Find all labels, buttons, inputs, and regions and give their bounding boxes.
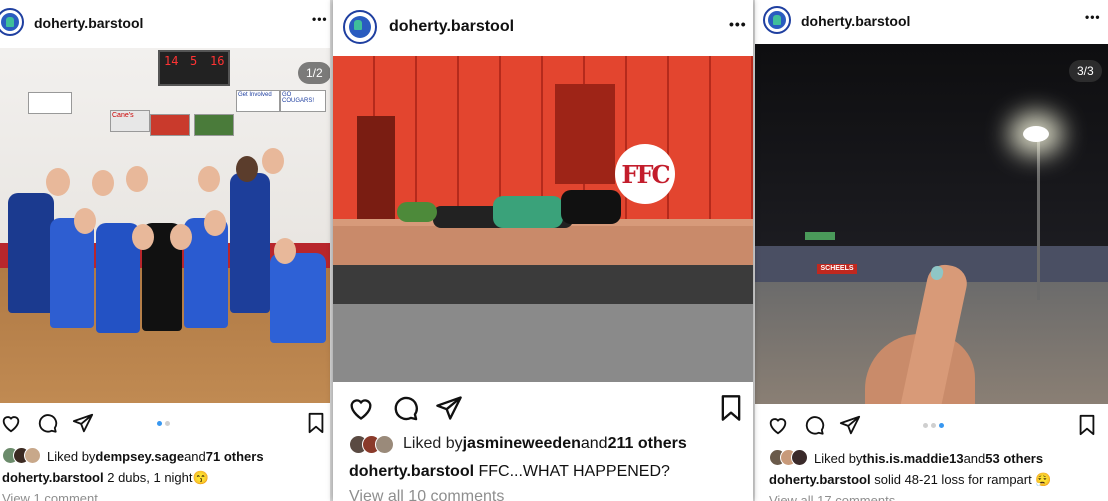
likes-prefix: Liked by bbox=[47, 448, 96, 464]
carousel-dots bbox=[923, 423, 944, 428]
likes-and: and bbox=[184, 448, 206, 464]
carousel-dot bbox=[157, 421, 162, 426]
view-comments-link[interactable]: View all 10 comments bbox=[349, 488, 504, 501]
profile-avatar[interactable] bbox=[343, 10, 377, 44]
carousel-dot bbox=[931, 423, 936, 428]
liker-avatars bbox=[2, 447, 41, 465]
comment-icon[interactable] bbox=[803, 414, 825, 436]
liker-username[interactable]: this.is.maddie13 bbox=[862, 451, 963, 466]
sign-get-involved: Get Involved bbox=[236, 90, 280, 112]
bookmark-icon[interactable] bbox=[1077, 414, 1097, 436]
ffc-logo: FFC bbox=[615, 144, 675, 204]
more-options-icon[interactable]: ••• bbox=[1085, 10, 1101, 24]
likes-others[interactable]: 211 others bbox=[608, 435, 687, 453]
more-options-icon[interactable]: ••• bbox=[729, 16, 747, 32]
caption-username[interactable]: doherty.barstool bbox=[769, 472, 871, 487]
likes-prefix: Liked by bbox=[814, 450, 863, 466]
carousel-dot bbox=[165, 421, 170, 426]
share-icon[interactable] bbox=[839, 414, 861, 436]
post-photo[interactable]: FFC bbox=[333, 56, 753, 382]
caption-text: solid 48-21 loss for rampart 😮‍💨 bbox=[870, 472, 1052, 487]
post-3: doherty.barstool ••• SCHEELS 3/3 Liked b… bbox=[755, 0, 1108, 501]
post-header: doherty.barstool ••• bbox=[333, 0, 753, 56]
post-caption: doherty.barstool solid 48-21 loss for ra… bbox=[769, 472, 1052, 488]
liker-avatars bbox=[769, 449, 808, 467]
caption-text: 2 dubs, 1 night😙 bbox=[103, 470, 209, 485]
likes-prefix: Liked by bbox=[403, 435, 463, 452]
post-header: doherty.barstool ••• bbox=[0, 0, 330, 48]
post-caption: doherty.barstool 2 dubs, 1 night😙 bbox=[2, 470, 209, 486]
caption-text: FFC...WHAT HAPPENED? bbox=[474, 463, 670, 480]
heart-icon[interactable] bbox=[767, 414, 789, 436]
bookmark-icon[interactable] bbox=[719, 394, 743, 422]
more-options-icon[interactable]: ••• bbox=[312, 12, 328, 26]
carousel-dots bbox=[157, 421, 170, 426]
post-2: doherty.barstool ••• FFC Liked by jasmin… bbox=[333, 0, 753, 501]
comment-icon[interactable] bbox=[391, 394, 419, 422]
username[interactable]: doherty.barstool bbox=[801, 13, 910, 29]
likes-others[interactable]: 53 others bbox=[985, 451, 1043, 466]
carousel-counter: 3/3 bbox=[1069, 60, 1102, 82]
likes-summary: Liked by this.is.maddie13 and 53 others bbox=[769, 449, 1043, 467]
likes-summary: Liked by jasmineweeden and 211 others bbox=[349, 435, 687, 454]
caption-username[interactable]: doherty.barstool bbox=[2, 470, 104, 485]
action-bar bbox=[333, 392, 753, 424]
post-photo[interactable]: SCHEELS 3/3 bbox=[755, 44, 1108, 404]
score-guest: 16 bbox=[210, 54, 225, 68]
share-icon[interactable] bbox=[435, 394, 463, 422]
ffc-logo-text: FFC bbox=[621, 159, 670, 189]
profile-avatar[interactable] bbox=[0, 8, 24, 36]
comment-icon[interactable] bbox=[36, 412, 58, 434]
sign-canes: Cane's bbox=[110, 110, 150, 132]
profile-avatar[interactable] bbox=[763, 6, 791, 34]
score-home: 14 bbox=[164, 54, 179, 68]
likes-and: and bbox=[580, 435, 608, 452]
heart-icon[interactable] bbox=[347, 394, 375, 422]
username[interactable]: doherty.barstool bbox=[389, 18, 514, 36]
action-bar bbox=[755, 410, 1108, 442]
carousel-counter: 1/2 bbox=[298, 62, 330, 84]
carousel-dot bbox=[923, 423, 928, 428]
liker-username[interactable]: dempsey.sage bbox=[95, 449, 184, 464]
likes-summary: Liked by dempsey.sage and 71 others bbox=[2, 447, 264, 465]
liker-avatars bbox=[349, 435, 394, 454]
liker-username[interactable]: jasmineweeden bbox=[463, 435, 581, 453]
caption-username[interactable]: doherty.barstool bbox=[349, 463, 474, 480]
scoreboard: 14 5 16 bbox=[158, 50, 230, 86]
post-header: doherty.barstool ••• bbox=[755, 0, 1108, 44]
post-photo[interactable]: 14 5 16 Cane's Get Involved GO COUGARS! … bbox=[0, 48, 330, 403]
view-comments-link[interactable]: View all 17 comments bbox=[769, 493, 895, 501]
likes-others[interactable]: 71 others bbox=[206, 449, 264, 464]
likes-and: and bbox=[963, 450, 986, 466]
post-1: doherty.barstool ••• 14 5 16 Cane's Get … bbox=[0, 0, 330, 501]
view-comments-link[interactable]: View 1 comment bbox=[2, 491, 98, 501]
share-icon[interactable] bbox=[72, 412, 94, 434]
post-caption: doherty.barstool FFC...WHAT HAPPENED? bbox=[349, 463, 670, 481]
stadium-sign: SCHEELS bbox=[817, 264, 857, 274]
username[interactable]: doherty.barstool bbox=[34, 15, 143, 31]
sign-go-cougars: GO COUGARS! bbox=[280, 90, 326, 112]
action-bar bbox=[0, 408, 330, 440]
carousel-dot bbox=[939, 423, 944, 428]
bookmark-icon[interactable] bbox=[306, 412, 326, 434]
score-period: 5 bbox=[190, 54, 198, 68]
heart-icon[interactable] bbox=[0, 412, 22, 434]
